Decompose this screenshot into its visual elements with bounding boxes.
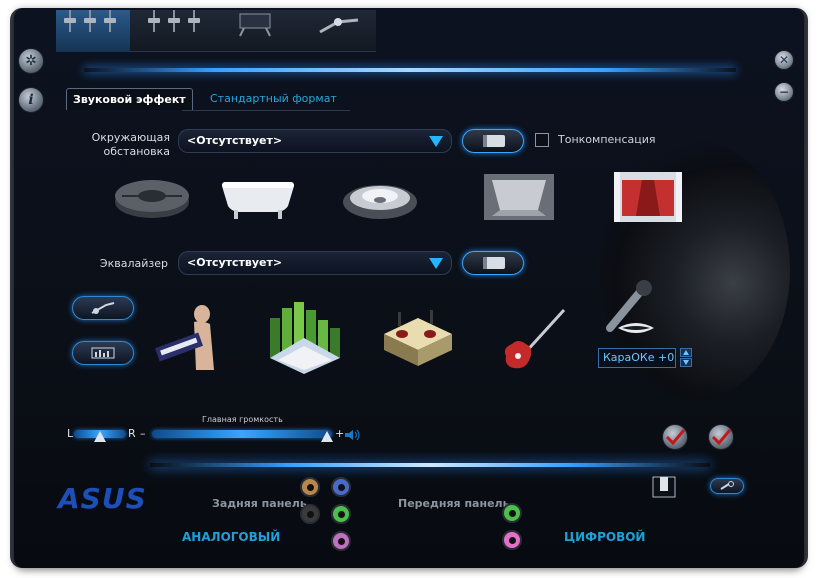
check-edit-button[interactable] <box>708 424 734 450</box>
fader-icon[interactable] <box>188 4 200 34</box>
checkmark-icon <box>665 429 685 446</box>
connector-settings-icon[interactable] <box>652 476 676 498</box>
stepper-up-icon[interactable] <box>680 348 692 357</box>
analog-label[interactable]: АНАЛОГОВЫЙ <box>182 530 280 544</box>
fader-icon <box>84 4 96 34</box>
header-divider <box>84 68 736 72</box>
environment-dropdown[interactable]: <Отсутствует> <box>178 129 452 153</box>
rear-panel-label: Задняя панель <box>212 497 307 510</box>
wrench-button[interactable] <box>710 478 744 494</box>
fader-icon <box>64 4 76 34</box>
environment-dropdown-value: <Отсутствует> <box>187 134 283 147</box>
equalizer-bars-icon <box>91 347 115 359</box>
main-volume-slider[interactable] <box>152 430 332 438</box>
volume-plus-label: + <box>335 427 345 440</box>
arena-icon[interactable] <box>340 170 420 222</box>
front-panel-label: Передняя панель <box>398 497 510 510</box>
equalizer-dropdown[interactable]: <Отсутствует> <box>178 251 452 275</box>
fader-icon <box>104 4 116 34</box>
city-sound-icon[interactable] <box>264 298 344 376</box>
guitar-icon <box>91 302 115 314</box>
minimize-icon[interactable]: − <box>774 82 794 102</box>
jack-orange-icon[interactable] <box>300 477 320 497</box>
info-icon[interactable]: i <box>18 87 44 113</box>
balance-right-label: R <box>128 427 136 440</box>
main-volume-title: Главная громкость <box>202 415 283 424</box>
bathtub-icon[interactable] <box>218 172 298 222</box>
mic-stand-icon[interactable] <box>318 14 362 36</box>
equalizer-dropdown-value: <Отсутствует> <box>187 256 283 269</box>
equalizer-label: Эквалайзер <box>99 257 168 270</box>
jack-pink-icon[interactable] <box>331 531 351 551</box>
party-icon[interactable] <box>380 304 454 370</box>
chevron-down-icon <box>429 258 443 269</box>
main-volume-slider-thumb[interactable] <box>320 431 333 442</box>
karaoke-stepper[interactable] <box>680 348 692 368</box>
chevron-down-icon <box>429 136 443 147</box>
loudness-label: Тонкомпенсация <box>558 133 656 146</box>
keyboard-player-icon[interactable] <box>152 300 222 376</box>
guitar-mode-button[interactable] <box>72 296 134 320</box>
microphone-icon[interactable] <box>596 278 662 342</box>
electric-guitar-icon[interactable] <box>500 304 570 376</box>
environment-label: Окружающая обстановка <box>91 131 170 158</box>
check-pencil-icon <box>711 429 731 446</box>
fader-icon[interactable] <box>168 4 180 34</box>
speaker-volume-icon[interactable] <box>344 429 362 441</box>
hallway-icon[interactable] <box>482 172 556 222</box>
stepper-down-icon[interactable] <box>680 358 692 367</box>
speaker-stand-icon[interactable] <box>236 12 276 38</box>
theater-icon[interactable] <box>612 170 684 224</box>
wrench-icon <box>720 481 734 490</box>
jack-green-icon[interactable] <box>331 504 351 524</box>
karaoke-field[interactable]: КараОКе +0 <box>598 348 676 368</box>
jack-blue-icon[interactable] <box>331 477 351 497</box>
tab-sound-effect[interactable]: Звуковой эффект <box>66 88 193 110</box>
tab-underline <box>182 110 350 111</box>
balance-left-label: L <box>67 427 74 440</box>
equalizer-toggle[interactable] <box>462 251 524 275</box>
settings-gear-icon[interactable]: ✲ <box>18 48 44 74</box>
environment-toggle[interactable] <box>462 129 524 153</box>
front-jack-green-icon[interactable] <box>502 503 522 523</box>
check-default-button[interactable] <box>662 424 688 450</box>
stone-room-icon[interactable] <box>112 172 192 220</box>
equalizer-mode-button[interactable] <box>72 341 134 365</box>
digital-label[interactable]: ЦИФРОВОЙ <box>564 530 645 544</box>
loudness-checkbox[interactable] <box>535 133 549 147</box>
volume-minus-label: – <box>140 427 146 440</box>
tab-default-format[interactable]: Стандартный формат <box>210 92 337 106</box>
audio-manager-window: ✲ i ✕ − Звуковой эффект Стандартный форм… <box>0 0 818 578</box>
balance-slider-thumb[interactable] <box>94 431 106 442</box>
footer-divider <box>150 463 710 467</box>
jack-black-icon[interactable] <box>300 504 320 524</box>
fader-icon[interactable] <box>148 4 160 34</box>
close-icon[interactable]: ✕ <box>774 50 794 70</box>
front-jack-pink-icon[interactable] <box>502 530 522 550</box>
asus-logo: ASUS <box>58 482 147 515</box>
